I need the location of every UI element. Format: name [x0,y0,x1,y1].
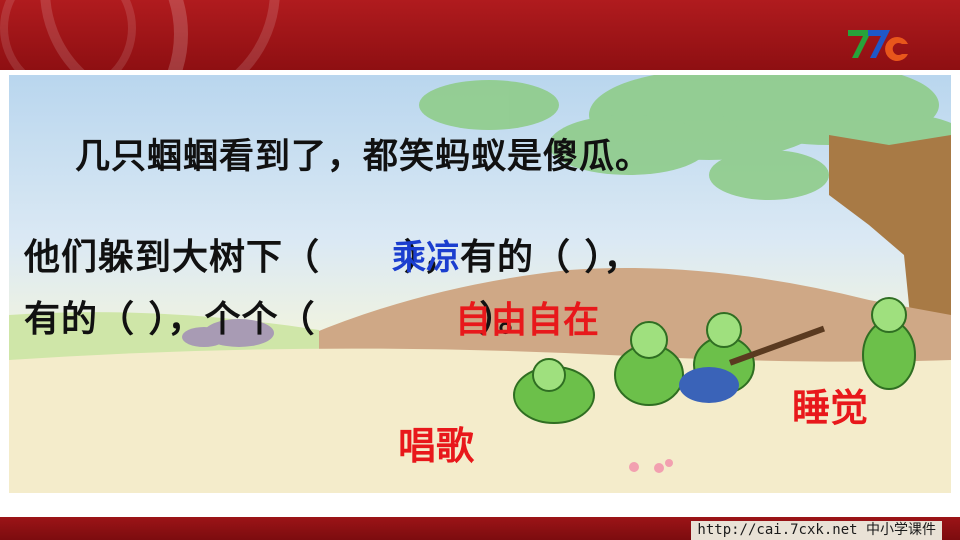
decor-ring [0,0,136,70]
sentence-line-1: 几只蝈蝈看到了，都笑蚂蚁是傻瓜。 [75,137,652,177]
answer-sing: 唱歌 [398,424,475,468]
sentence-line-2: 他们躲到大树下（ ），有的（ ）， [24,228,641,280]
footer-url: http://cai.7cxk.net [697,522,858,538]
header-band [0,0,960,70]
answer-sleep: 睡觉 [792,386,869,430]
blank-answer-free: 自由自在 [455,300,600,341]
blank-answer-shade: 乘凉 [392,238,460,278]
site-logo [848,30,908,62]
footer-band: http://cai.7cxk.net 中小学课件 [0,517,960,540]
footer-label: 中小学课件 [866,522,936,538]
footer-credit: http://cai.7cxk.net 中小学课件 [691,521,942,540]
line2-text-start: 他们躲到大树下（ [24,237,321,278]
line3-text-start: 有的（ ），个个（ [24,299,316,340]
